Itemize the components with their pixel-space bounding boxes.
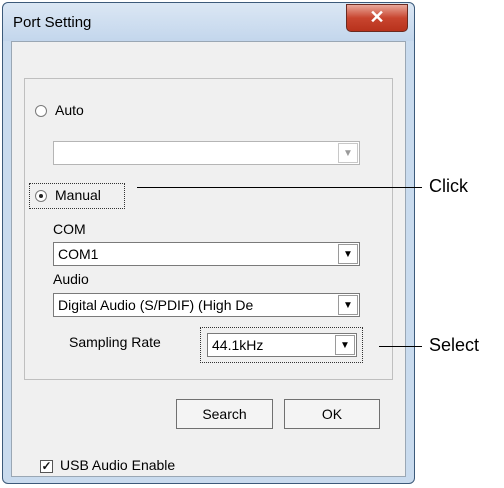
dialog-title: Port Setting bbox=[13, 14, 92, 31]
title-bar: Port Setting ✕ bbox=[3, 3, 414, 41]
chevron-down-icon[interactable]: ▼ bbox=[335, 335, 355, 355]
chevron-down-icon[interactable]: ▼ bbox=[338, 244, 358, 264]
select-callout-line bbox=[379, 346, 422, 347]
sampling-rate-dropdown[interactable]: 44.1kHz ▼ bbox=[207, 333, 357, 357]
chevron-down-icon[interactable]: ▼ bbox=[338, 295, 358, 315]
usb-audio-checkbox[interactable]: ✓ bbox=[40, 460, 53, 473]
usb-audio-label[interactable]: USB Audio Enable bbox=[60, 457, 175, 473]
port-setting-dialog: Port Setting ✕ Auto ▼ Manual COM COM1 ▼ … bbox=[2, 2, 415, 484]
dialog-body: Auto ▼ Manual COM COM1 ▼ Audio Digital A… bbox=[11, 41, 406, 477]
sampling-rate-label: Sampling Rate bbox=[69, 334, 161, 350]
audio-label: Audio bbox=[53, 271, 89, 287]
click-callout-line bbox=[137, 187, 422, 188]
select-callout-label: Select bbox=[429, 335, 480, 355]
audio-value: Digital Audio (S/PDIF) (High De bbox=[58, 297, 254, 313]
auto-device-dropdown[interactable]: ▼ bbox=[53, 141, 360, 165]
close-button[interactable]: ✕ bbox=[346, 4, 408, 32]
com-value: COM1 bbox=[58, 246, 99, 262]
auto-label[interactable]: Auto bbox=[55, 102, 84, 118]
close-icon: ✕ bbox=[369, 7, 385, 27]
chevron-down-icon[interactable]: ▼ bbox=[338, 143, 358, 163]
click-callout-label: Click bbox=[429, 176, 468, 196]
search-button[interactable]: Search bbox=[176, 399, 273, 429]
manual-label[interactable]: Manual bbox=[55, 187, 101, 203]
com-label: COM bbox=[53, 221, 86, 237]
auto-radio[interactable] bbox=[35, 105, 47, 117]
port-group-box: Auto ▼ Manual COM COM1 ▼ Audio Digital A… bbox=[24, 78, 393, 380]
ok-button[interactable]: OK bbox=[284, 399, 380, 429]
audio-dropdown[interactable]: Digital Audio (S/PDIF) (High De ▼ bbox=[53, 293, 360, 317]
com-dropdown[interactable]: COM1 ▼ bbox=[53, 242, 360, 266]
sampling-rate-value: 44.1kHz bbox=[212, 337, 264, 353]
